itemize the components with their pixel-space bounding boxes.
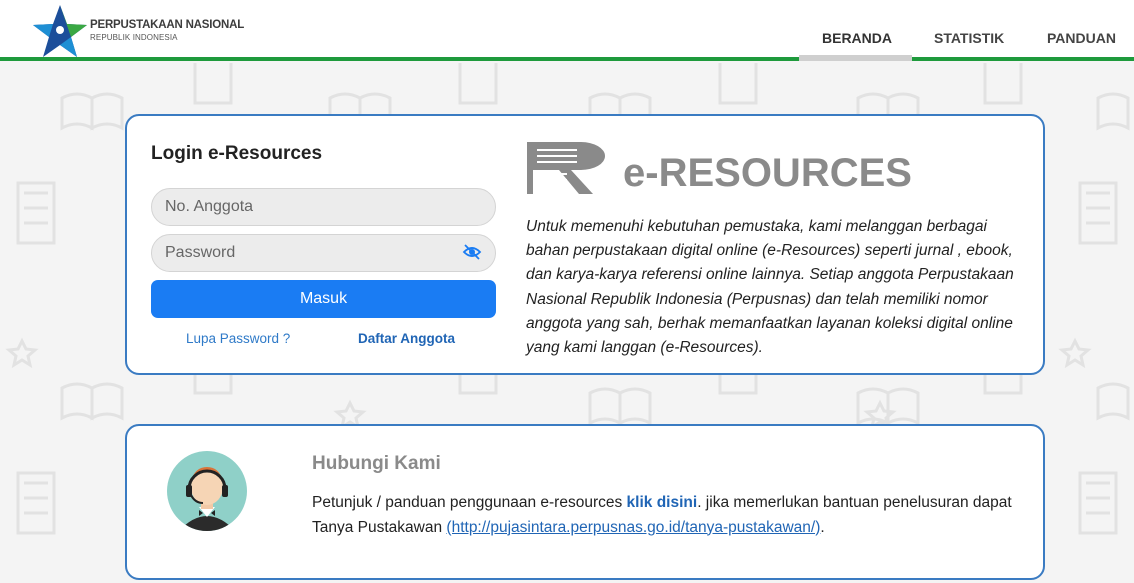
org-subtitle: REPUBLIK INDONESIA [90,33,178,42]
nav-beranda[interactable]: BERANDA [822,30,892,46]
eresources-description: Untuk memenuhi kebutuhan pemustaka, kami… [526,218,1014,357]
eresources-brand-text: e-RESOURCES [623,151,912,195]
contact-text: Petunjuk / panduan penggunaan e-resource… [312,491,1012,540]
login-card: Login e-Resources Masuk Lupa Password ? … [125,114,1045,375]
support-agent-icon [167,451,247,531]
org-name: PERPUSTAKAAN NASIONAL [90,19,245,31]
login-title: Login e-Resources [151,143,323,164]
contact-text-before: Petunjuk / panduan penggunaan e-resource… [312,494,627,511]
forgot-password-link[interactable]: Lupa Password ? [186,331,290,346]
member-number-input[interactable] [151,188,496,226]
guide-link[interactable]: klik disini [627,494,698,511]
register-member-link[interactable]: Daftar Anggota [358,331,455,346]
eye-slash-icon[interactable] [462,242,482,262]
active-nav-indicator [799,55,912,61]
eresources-logo: e-RESOURCES [527,142,912,195]
star-logo-icon[interactable] [30,3,90,59]
login-button[interactable]: Masuk [151,280,496,318]
top-header: PERPUSTAKAAN NASIONAL REPUBLIK INDONESIA… [0,0,1134,61]
contact-title: Hubungi Kami [312,453,441,474]
er-monogram-icon [527,142,605,194]
contact-text-end: . [820,518,825,536]
nav-panduan[interactable]: PANDUAN [1047,30,1116,46]
password-input[interactable] [151,234,496,272]
nav-statistik[interactable]: STATISTIK [934,30,1004,46]
contact-card: Hubungi Kami Petunjuk / panduan pengguna… [125,424,1045,580]
ask-librarian-link[interactable]: (http://pujasintara.perpusnas.go.id/tany… [446,519,820,536]
